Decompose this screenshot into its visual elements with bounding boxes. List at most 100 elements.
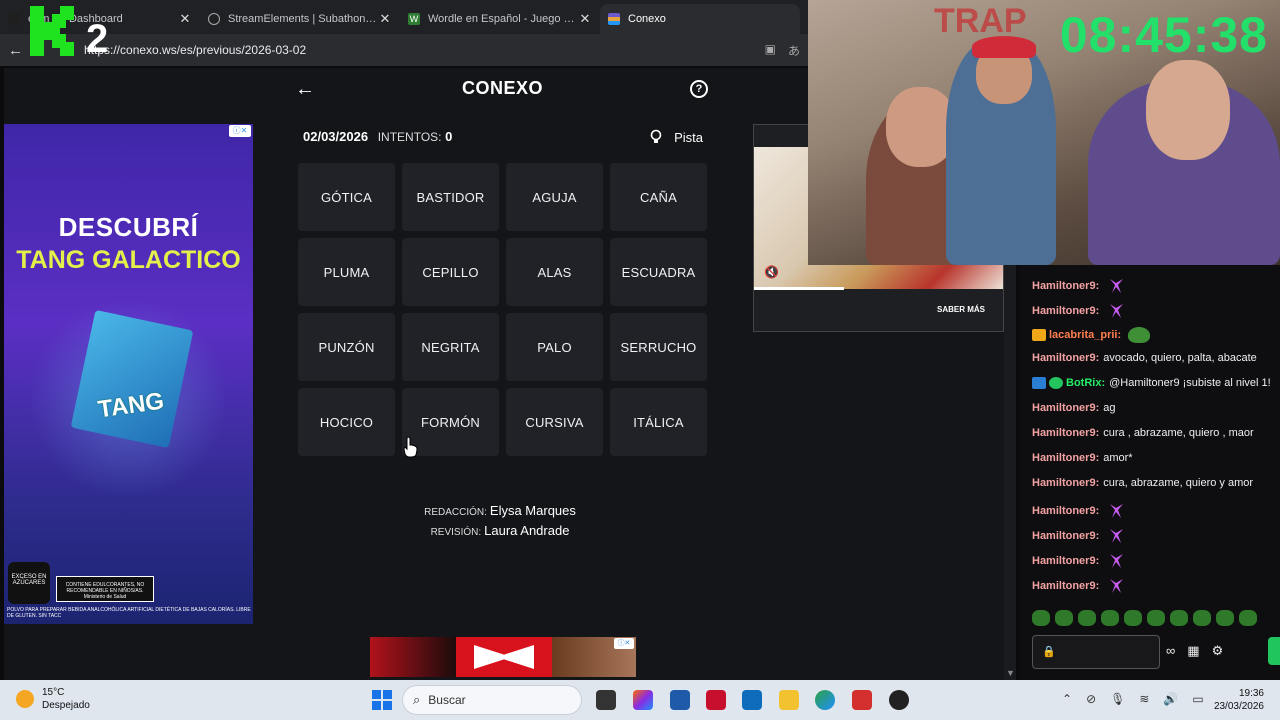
split-screen-icon[interactable]: ▣ [765,42,776,59]
emote-icon[interactable] [1193,610,1211,626]
tab-wordle[interactable]: W Wordle en Español - Juego Diario ✕ [400,4,600,34]
purple-emote-icon [1110,279,1124,293]
taskbar-search[interactable]: ⌕ Buscar [402,685,582,715]
chat-username[interactable]: Hamiltoner9: [1032,402,1099,414]
hint-label: Pista [674,129,703,145]
chat-message: BotRix: @Hamiltoner9 ¡subiste al nivel 1… [1032,377,1271,389]
mute-icon[interactable]: 🔇 [764,265,779,279]
battery-icon[interactable]: ▭ [1192,692,1203,706]
chat-username[interactable]: Hamiltoner9: [1032,352,1099,364]
emote-icon[interactable] [1055,610,1073,626]
emote-icon[interactable] [1239,610,1257,626]
chat-username[interactable]: BotRix: [1066,377,1105,389]
chat-text: ag [1103,402,1116,414]
word-tile[interactable]: CEPILLO [402,238,499,306]
ad-panel-left [370,637,456,677]
word-tile[interactable]: ITÁLICA [610,388,707,456]
emote-icon[interactable] [1216,610,1234,626]
emote-icon[interactable] [1032,610,1050,626]
send-button[interactable] [1268,637,1280,665]
help-icon[interactable]: ? [690,80,708,98]
budweiser-ad-banner[interactable]: ⓘ✕ [370,637,636,677]
tang-ad-banner[interactable]: ⓘ✕ DESCUBRÍ TANG GALACTICO TANG EXCESO E… [4,124,253,624]
emote-icon[interactable] [1124,610,1142,626]
windows-start-icon[interactable] [372,690,392,710]
purple-emote-icon [1110,579,1124,593]
mcafee-icon[interactable] [706,690,726,710]
emote-icon[interactable] [1147,610,1165,626]
infinity-icon[interactable]: ∞ [1166,643,1175,659]
word-tile[interactable]: PUNZÓN [298,313,395,381]
chat-username[interactable]: Hamiltoner9: [1032,505,1099,517]
sun-icon [16,690,34,708]
emote-icon[interactable] [1078,610,1096,626]
wifi-icon[interactable]: ≋ [1139,692,1149,706]
edge-icon[interactable] [815,690,835,710]
word-tile[interactable]: HOCICO [298,388,395,456]
close-tab-icon[interactable]: ✕ [378,11,392,27]
browser-tab-strip: eam ick Dashboard ✕ StreamElements | Sub… [0,0,808,34]
chat-username[interactable]: Hamiltoner9: [1032,280,1099,292]
purple-emote-icon [1110,304,1124,318]
ad-info-icon[interactable]: ⓘ✕ [229,125,251,137]
wordle-favicon-icon: W [408,13,420,25]
copilot-icon[interactable] [633,690,653,710]
chat-input[interactable]: 🔒 [1032,635,1160,669]
revision-name: Laura Andrade [484,523,570,538]
translate-icon[interactable]: あ [788,42,800,59]
close-tab-icon[interactable]: ✕ [178,11,192,27]
store-icon[interactable]: ▦ [1187,643,1199,659]
streamelements-favicon-icon [208,13,220,25]
ad-sugar-badge: EXCESO EN AZÚCARES [8,562,50,604]
outlook-icon[interactable] [742,690,762,710]
task-view-icon[interactable] [596,690,616,710]
close-tab-icon[interactable]: ✕ [578,11,592,27]
chat-username[interactable]: Hamiltoner9: [1032,427,1099,439]
chat-username[interactable]: Hamiltoner9: [1032,530,1099,542]
word-tile[interactable]: ESCUADRA [610,238,707,306]
word-tile[interactable]: PALO [506,313,603,381]
chat-message: Hamiltoner9: [1032,552,1126,570]
app-l-icon[interactable] [852,690,872,710]
chat-username[interactable]: Hamiltoner9: [1032,477,1099,489]
chat-username[interactable]: Hamiltoner9: [1032,580,1099,592]
chat-username[interactable]: Hamiltoner9: [1032,305,1099,317]
word-tile[interactable]: BASTIDOR [402,163,499,231]
chat-message: Hamiltoner9: amor* [1032,452,1133,464]
file-explorer-icon[interactable] [779,690,799,710]
word-tile[interactable]: CURSIVA [506,388,603,456]
word-tile[interactable]: CAÑA [610,163,707,231]
chat-username[interactable]: lacabrita_prii: [1049,329,1121,341]
emote-icon[interactable] [1170,610,1188,626]
chat-message: Hamiltoner9: [1032,527,1126,545]
word-tile[interactable]: PLUMA [298,238,395,306]
search-placeholder: Buscar [428,693,466,707]
wall-graffiti: TRAP [934,2,1027,40]
emote-icon[interactable] [1101,610,1119,626]
tab-title: StreamElements | Subathon Coun [228,13,378,25]
tab-streamelements[interactable]: StreamElements | Subathon Coun ✕ [200,4,400,34]
back-arrow-icon[interactable]: ← [8,42,30,59]
microphone-icon[interactable]: 🎙 [1110,692,1125,706]
chevron-up-icon[interactable]: ⌃ [1062,692,1072,706]
gear-icon[interactable]: ⚙ [1212,643,1224,659]
tab-conexo[interactable]: Conexo [600,4,800,34]
ad-info-icon[interactable]: ⓘ✕ [614,638,634,649]
chat-username[interactable]: Hamiltoner9: [1032,452,1099,464]
system-clock[interactable]: 19:36 23/03/2026 [1214,687,1264,713]
network-off-icon[interactable]: ⊘ [1086,692,1096,706]
scroll-down-icon[interactable]: ▼ [1006,668,1015,678]
word-tile[interactable]: NEGRITA [402,313,499,381]
revision-label: REVISIÓN: [430,527,482,538]
hint-button[interactable]: Pista [650,129,703,145]
word-tile[interactable]: ALAS [506,238,603,306]
app-icon[interactable] [670,690,690,710]
chat-username[interactable]: Hamiltoner9: [1032,555,1099,567]
weather-widget[interactable]: 15°C Despejado [16,686,90,712]
obs-icon[interactable] [889,690,909,710]
volume-icon[interactable]: 🔊 [1163,692,1178,706]
word-tile[interactable]: SERRUCHO [610,313,707,381]
word-tile[interactable]: AGUJA [506,163,603,231]
word-tile[interactable]: GÓTICA [298,163,395,231]
saber-mas-button[interactable]: SABER MÁS [937,305,985,314]
